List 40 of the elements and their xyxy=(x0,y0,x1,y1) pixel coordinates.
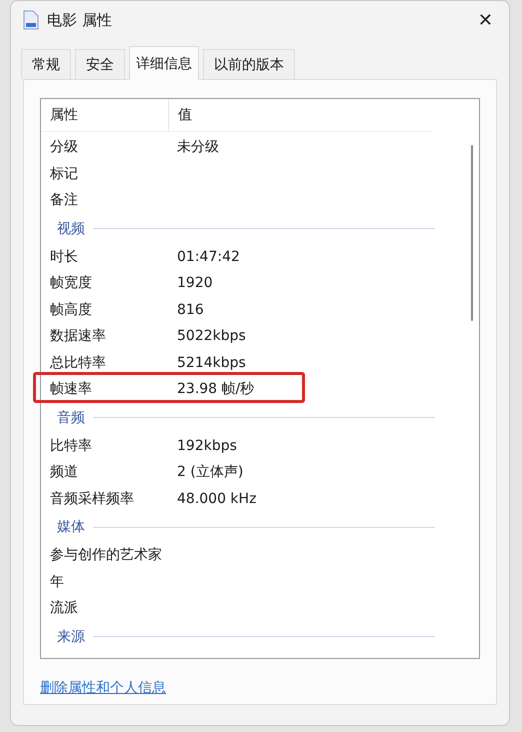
close-button[interactable]: ✕ xyxy=(472,8,499,32)
column-header[interactable]: 属性 xyxy=(41,99,169,131)
property-name: 帧高度 xyxy=(49,300,93,319)
property-value: 23.98 帧/秒 xyxy=(176,380,254,398)
property-value: 01:47:42 xyxy=(176,248,240,265)
property-value: 5022kbps xyxy=(176,328,246,344)
property-name: 总比特率 xyxy=(49,354,107,372)
section-heading: 视频 xyxy=(57,220,85,238)
property-name: 参与创作的艺术家 xyxy=(49,546,163,564)
property-value: 2 (立体声) xyxy=(176,463,244,482)
tab[interactable]: 安全 xyxy=(75,49,125,79)
tab[interactable]: 详细信息 xyxy=(129,46,199,80)
section-heading: 媒体 xyxy=(57,518,85,536)
property-value: 816 xyxy=(176,302,204,318)
window-title: 电影 属性 xyxy=(47,10,113,30)
property-name: 备注 xyxy=(49,191,79,210)
scrollbar-thumb[interactable] xyxy=(471,145,473,321)
tab[interactable]: 以前的版本 xyxy=(203,49,295,79)
property-name: 帧速率 xyxy=(49,380,93,398)
property-value: 1920 xyxy=(176,275,213,292)
property-name: 比特率 xyxy=(49,436,93,455)
property-name: 音频采样频率 xyxy=(49,490,135,508)
property-name: 时长 xyxy=(49,248,79,266)
document-icon xyxy=(23,10,39,30)
section-heading: 来源 xyxy=(57,628,85,646)
section-heading: 音频 xyxy=(57,408,85,426)
column-header[interactable]: 值 xyxy=(169,106,192,124)
property-value: 48.000 kHz xyxy=(176,490,256,507)
property-name: 帧宽度 xyxy=(49,274,93,292)
property-name: 流派 xyxy=(49,599,79,618)
property-value: 192kbps xyxy=(176,438,237,454)
tab[interactable]: 常规 xyxy=(21,49,71,79)
property-value: 5214kbps xyxy=(176,354,246,371)
property-name: 分级 xyxy=(49,138,79,156)
remove-properties-link[interactable]: 删除属性和个人信息 xyxy=(40,679,166,697)
property-name: 年 xyxy=(49,572,65,591)
property-name: 频道 xyxy=(49,463,79,482)
property-name: 标记 xyxy=(49,164,79,183)
property-name: 数据速率 xyxy=(49,327,107,346)
property-value: 未分级 xyxy=(176,138,219,156)
